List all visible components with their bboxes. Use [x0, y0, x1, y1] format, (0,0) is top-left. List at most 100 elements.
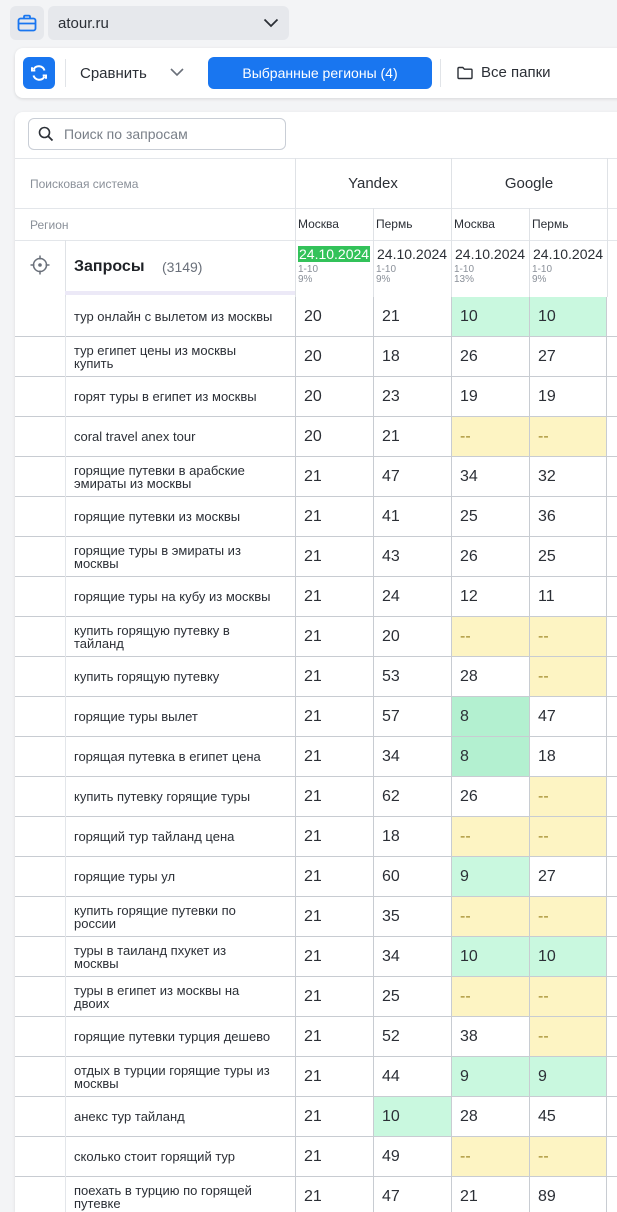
- compare-dropdown-label[interactable]: Сравнить: [80, 65, 147, 82]
- position-cell[interactable]: 20: [295, 337, 373, 376]
- position-cell[interactable]: 21: [295, 1097, 373, 1136]
- position-cell[interactable]: 20: [295, 417, 373, 456]
- position-cell[interactable]: --: [451, 817, 529, 856]
- table-row[interactable]: горящие путевки из москвы 21 41 25 36: [15, 497, 617, 537]
- date-column-header[interactable]: 24.10.2024 1-10 9%: [532, 246, 604, 285]
- table-row[interactable]: горят туры в египет из москвы 20 23 19 19: [15, 377, 617, 417]
- position-cell[interactable]: 19: [529, 377, 607, 416]
- position-cell[interactable]: 49: [373, 1137, 451, 1176]
- position-cell[interactable]: 43: [373, 537, 451, 576]
- position-cell[interactable]: 8: [451, 697, 529, 736]
- position-cell[interactable]: --: [529, 417, 607, 456]
- position-cell[interactable]: 36: [529, 497, 607, 536]
- position-cell[interactable]: 24: [373, 577, 451, 616]
- table-row[interactable]: анекс тур тайланд 21 10 28 45: [15, 1097, 617, 1137]
- position-cell[interactable]: 53: [373, 657, 451, 696]
- position-cell[interactable]: 10: [451, 937, 529, 976]
- position-cell[interactable]: --: [529, 777, 607, 816]
- query-text[interactable]: поехать в турцию по горящей путевке: [74, 1177, 274, 1212]
- crosshair-icon[interactable]: [30, 255, 50, 275]
- table-row[interactable]: туры в таиланд пхукет из москвы 21 34 10 10: [15, 937, 617, 977]
- position-cell[interactable]: 47: [373, 1177, 451, 1212]
- query-text[interactable]: горящая путевка в египет цена: [74, 737, 274, 776]
- table-row[interactable]: горящие туры на кубу из москвы 21 24 12 11: [15, 577, 617, 617]
- position-cell[interactable]: 62: [373, 777, 451, 816]
- position-cell[interactable]: 20: [373, 617, 451, 656]
- position-cell[interactable]: --: [451, 977, 529, 1016]
- table-row[interactable]: купить горящую путевку в тайланд 21 20 -- --: [15, 617, 617, 657]
- query-text[interactable]: анекс тур тайланд: [74, 1097, 274, 1136]
- query-text[interactable]: купить горящую путевку в тайланд: [74, 617, 274, 656]
- position-cell[interactable]: 26: [451, 777, 529, 816]
- position-cell[interactable]: 21: [373, 417, 451, 456]
- selected-regions-button[interactable]: Выбранные регионы (4): [208, 57, 432, 89]
- table-row[interactable]: туры в египет из москвы на двоих 21 25 -- --: [15, 977, 617, 1017]
- position-cell[interactable]: 25: [373, 977, 451, 1016]
- query-text[interactable]: купить горящую путевку: [74, 657, 274, 696]
- position-cell[interactable]: --: [529, 817, 607, 856]
- table-row[interactable]: купить путевку горящие туры 21 62 26 --: [15, 777, 617, 817]
- position-cell[interactable]: 20: [295, 377, 373, 416]
- position-cell[interactable]: 57: [373, 697, 451, 736]
- position-cell[interactable]: 26: [451, 537, 529, 576]
- position-cell[interactable]: 34: [451, 457, 529, 496]
- position-cell[interactable]: --: [451, 417, 529, 456]
- position-cell[interactable]: --: [451, 617, 529, 656]
- position-cell[interactable]: 21: [295, 817, 373, 856]
- position-cell[interactable]: 25: [451, 497, 529, 536]
- position-cell[interactable]: 21: [295, 737, 373, 776]
- position-cell[interactable]: 10: [451, 297, 529, 336]
- position-cell[interactable]: 27: [529, 337, 607, 376]
- query-text[interactable]: отдых в турции горящие туры из москвы: [74, 1057, 274, 1096]
- position-cell[interactable]: 32: [529, 457, 607, 496]
- table-row[interactable]: горящие путевки в арабские эмираты из мо…: [15, 457, 617, 497]
- position-cell[interactable]: --: [529, 897, 607, 936]
- query-text[interactable]: coral travel anex tour: [74, 417, 274, 456]
- position-cell[interactable]: 20: [295, 297, 373, 336]
- table-row[interactable]: горящая путевка в египет цена 21 34 8 18: [15, 737, 617, 777]
- refresh-button[interactable]: [23, 57, 55, 89]
- position-cell[interactable]: 19: [451, 377, 529, 416]
- position-cell[interactable]: 21: [295, 657, 373, 696]
- position-cell[interactable]: 11: [529, 577, 607, 616]
- table-row[interactable]: горящие туры ул 21 60 9 27: [15, 857, 617, 897]
- query-search[interactable]: [28, 118, 286, 150]
- position-cell[interactable]: 28: [451, 657, 529, 696]
- position-cell[interactable]: 12: [451, 577, 529, 616]
- position-cell[interactable]: 44: [373, 1057, 451, 1096]
- table-row[interactable]: сколько стоит горящий тур 21 49 -- --: [15, 1137, 617, 1177]
- query-text[interactable]: купить горящие путевки по россии: [74, 897, 274, 936]
- position-cell[interactable]: 23: [373, 377, 451, 416]
- position-cell[interactable]: 34: [373, 737, 451, 776]
- position-cell[interactable]: 52: [373, 1017, 451, 1056]
- all-folders-button[interactable]: Все папки: [457, 64, 551, 81]
- position-cell[interactable]: 41: [373, 497, 451, 536]
- position-cell[interactable]: 47: [373, 457, 451, 496]
- position-cell[interactable]: 21: [295, 857, 373, 896]
- query-text[interactable]: горящие путевки в арабские эмираты из мо…: [74, 457, 274, 496]
- position-cell[interactable]: 10: [373, 1097, 451, 1136]
- position-cell[interactable]: --: [529, 977, 607, 1016]
- table-row[interactable]: отдых в турции горящие туры из москвы 21 4…: [15, 1057, 617, 1097]
- date-column-header[interactable]: 24.10.2024 1-10 9%: [298, 246, 371, 285]
- position-cell[interactable]: 21: [295, 1137, 373, 1176]
- table-row[interactable]: горящие туры вылет 21 57 8 47: [15, 697, 617, 737]
- position-cell[interactable]: --: [529, 617, 607, 656]
- position-cell[interactable]: 45: [529, 1097, 607, 1136]
- query-text[interactable]: горящие путевки из москвы: [74, 497, 274, 536]
- position-cell[interactable]: 21: [295, 497, 373, 536]
- position-cell[interactable]: 9: [451, 857, 529, 896]
- table-row[interactable]: горящие туры в эмираты из москвы 21 43 26 25: [15, 537, 617, 577]
- position-cell[interactable]: 21: [295, 1177, 373, 1212]
- table-row[interactable]: горящие путевки турция дешево 21 52 38 --: [15, 1017, 617, 1057]
- position-cell[interactable]: 21: [295, 537, 373, 576]
- position-cell[interactable]: 10: [529, 937, 607, 976]
- query-text[interactable]: горящие туры ул: [74, 857, 274, 896]
- position-cell[interactable]: 21: [295, 937, 373, 976]
- query-text[interactable]: тур египет цены из москвы купить: [74, 337, 274, 376]
- position-cell[interactable]: 25: [529, 537, 607, 576]
- position-cell[interactable]: 21: [295, 1057, 373, 1096]
- query-text[interactable]: туры в таиланд пхукет из москвы: [74, 937, 274, 976]
- table-row[interactable]: coral travel anex tour 20 21 -- --: [15, 417, 617, 457]
- position-cell[interactable]: 21: [295, 897, 373, 936]
